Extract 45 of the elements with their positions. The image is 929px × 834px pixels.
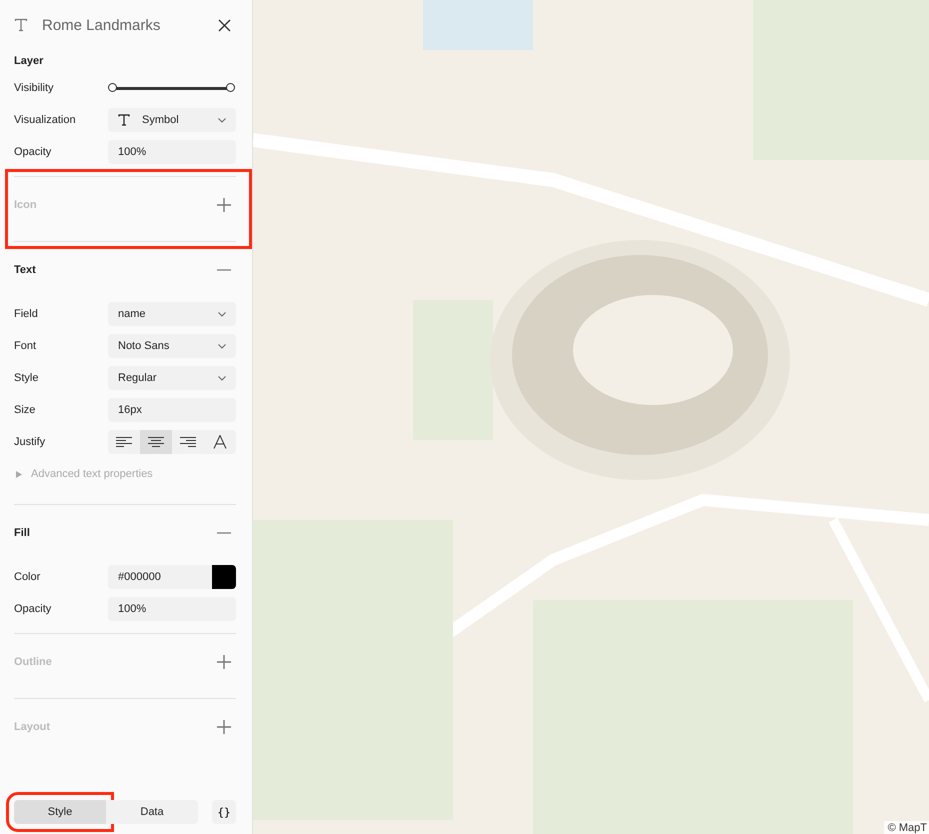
panel-title: Rome Landmarks: [42, 16, 162, 34]
section-title: Layout: [14, 721, 50, 733]
field-label: Size: [14, 404, 36, 416]
tab[interactable]: Style: [14, 800, 106, 824]
chevron-icon: [218, 344, 226, 348]
field-label: Justify: [14, 436, 46, 448]
field-label: Font: [14, 340, 38, 352]
chevron-icon: [218, 312, 226, 316]
section-title: Layer: [14, 55, 44, 67]
field-label: Style: [14, 372, 40, 384]
align-right-icon: [180, 437, 196, 447]
map-attribution: © MapT: [884, 821, 929, 834]
field-label: Opacity: [14, 603, 52, 615]
field-label: Opacity: [14, 146, 52, 158]
color-swatch[interactable]: [212, 565, 236, 589]
input-field[interactable]: 16px: [108, 398, 236, 422]
section-title: Icon: [14, 199, 37, 211]
code-button[interactable]: {}: [212, 800, 236, 824]
align-center-icon: [148, 437, 164, 447]
dropdown[interactable]: Symbol: [108, 108, 236, 132]
visibility-slider[interactable]: [108, 83, 236, 93]
justify-button[interactable]: [140, 430, 172, 454]
field-label: Color: [14, 571, 42, 583]
field-label: Visibility: [14, 82, 55, 94]
text-icon: [14, 18, 28, 32]
align-left-icon: [116, 437, 132, 447]
dropdown[interactable]: Noto Sans: [108, 334, 236, 358]
field-label: Field: [14, 308, 39, 320]
chevron-icon: [218, 118, 226, 122]
dropdown[interactable]: name: [108, 302, 236, 326]
section-title: Text: [14, 264, 36, 276]
letter-a-icon: [213, 435, 227, 449]
chevron-icon: [218, 376, 226, 380]
close-icon[interactable]: [218, 18, 231, 32]
add-icon[interactable]: [217, 720, 231, 734]
section-title: Outline: [14, 656, 52, 668]
tab[interactable]: Data: [106, 800, 198, 824]
field-label: Visualization: [14, 114, 77, 126]
add-icon[interactable]: [217, 198, 231, 212]
section-title: Fill: [14, 527, 30, 539]
dropdown[interactable]: Regular: [108, 366, 236, 390]
input-field[interactable]: 100%: [108, 140, 236, 164]
input-field[interactable]: 100%: [108, 597, 236, 621]
caret-icon[interactable]: [16, 470, 22, 478]
add-icon[interactable]: [217, 655, 231, 669]
